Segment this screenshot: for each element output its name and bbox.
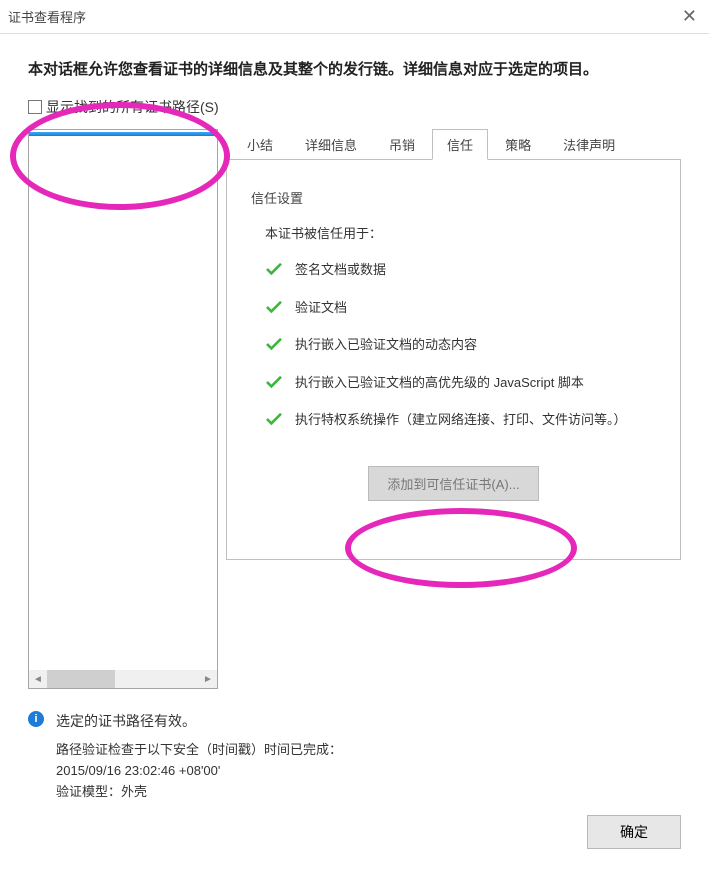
- show-all-paths-label: 显示找到的所有证书路径(S): [46, 97, 219, 117]
- trust-item-label: 执行嵌入已验证文档的高优先级的 JavaScript 脚本: [295, 373, 584, 393]
- validation-timestamp: 2015/09/16 23:02:46 +08'00': [56, 761, 342, 782]
- info-icon: i: [28, 711, 44, 727]
- trust-section-title: 信任设置: [251, 188, 656, 207]
- tab-details[interactable]: 详细信息: [290, 129, 372, 160]
- cert-tree-child[interactable]: [29, 136, 217, 138]
- trust-item-js: 执行嵌入已验证文档的高优先级的 JavaScript 脚本: [265, 373, 656, 393]
- dialog-description: 本对话框允许您查看证书的详细信息及其整个的发行链。详细信息对应于选定的项目。: [28, 58, 681, 79]
- ok-button[interactable]: 确定: [587, 815, 681, 849]
- check-icon: [265, 300, 283, 314]
- trust-item-dynamic: 执行嵌入已验证文档的动态内容: [265, 335, 656, 355]
- trust-item-label: 签名文档或数据: [295, 260, 386, 280]
- path-valid-status: 选定的证书路径有效。: [56, 709, 342, 734]
- scroll-right-icon[interactable]: ►: [199, 670, 217, 688]
- check-icon: [265, 337, 283, 351]
- scroll-thumb[interactable]: [47, 670, 115, 688]
- footer-texts: 选定的证书路径有效。 路径验证检查于以下安全（时间戳）时间已完成： 2015/0…: [56, 709, 342, 803]
- tab-policy[interactable]: 策略: [490, 129, 546, 160]
- cert-tree-panel[interactable]: ◄ ►: [28, 129, 218, 689]
- trust-intro: 本证书被信任用于：: [265, 223, 656, 242]
- tab-bar: 小结 详细信息 吊销 信任 策略 法律声明: [226, 129, 681, 160]
- check-icon: [265, 375, 283, 389]
- check-icon: [265, 412, 283, 426]
- add-trusted-wrap: 添加到可信任证书(A)...: [251, 466, 656, 501]
- validation-line1: 路径验证检查于以下安全（时间戳）时间已完成：: [56, 740, 342, 761]
- trust-item-privileged: 执行特权系统操作（建立网络连接、打印、文件访问等。）: [265, 410, 656, 430]
- trust-item-verify: 验证文档: [265, 298, 656, 318]
- trust-item-sign: 签名文档或数据: [265, 260, 656, 280]
- close-icon[interactable]: ✕: [682, 6, 697, 27]
- tree-h-scrollbar[interactable]: ◄ ►: [29, 670, 217, 688]
- show-all-paths-checkbox[interactable]: [28, 100, 42, 114]
- tab-content: 信任设置 本证书被信任用于： 签名文档或数据 验证文档: [226, 160, 681, 560]
- tab-trust[interactable]: 信任: [432, 129, 488, 160]
- trust-item-label: 执行特权系统操作（建立网络连接、打印、文件访问等。）: [295, 410, 627, 430]
- main-row: ◄ ► 小结 详细信息 吊销 信任 策略 法律声明 信任设置 本证书被信任用于：: [28, 129, 681, 689]
- title-bar: 证书查看程序 ✕: [0, 0, 709, 34]
- show-all-paths-row: 显示找到的所有证书路径(S): [28, 97, 681, 117]
- tab-summary[interactable]: 小结: [232, 129, 288, 160]
- right-panel: 小结 详细信息 吊销 信任 策略 法律声明 信任设置 本证书被信任用于： 签名文…: [226, 129, 681, 560]
- window-title: 证书查看程序: [8, 7, 86, 26]
- footer: i 选定的证书路径有效。 路径验证检查于以下安全（时间戳）时间已完成： 2015…: [28, 709, 681, 803]
- check-icon: [265, 262, 283, 276]
- trust-item-label: 验证文档: [295, 298, 347, 318]
- scroll-track[interactable]: [47, 670, 199, 688]
- scroll-left-icon[interactable]: ◄: [29, 670, 47, 688]
- tab-legal[interactable]: 法律声明: [548, 129, 630, 160]
- trust-item-label: 执行嵌入已验证文档的动态内容: [295, 335, 477, 355]
- bottom-bar: 确定: [587, 815, 681, 849]
- tab-revocation[interactable]: 吊销: [374, 129, 430, 160]
- trust-list: 签名文档或数据 验证文档 执行嵌入已验证文档的动态内容: [265, 260, 656, 430]
- add-to-trusted-button[interactable]: 添加到可信任证书(A)...: [368, 466, 538, 501]
- validation-model: 验证模型：外壳: [56, 782, 342, 803]
- dialog-content: 本对话框允许您查看证书的详细信息及其整个的发行链。详细信息对应于选定的项目。 显…: [0, 34, 709, 823]
